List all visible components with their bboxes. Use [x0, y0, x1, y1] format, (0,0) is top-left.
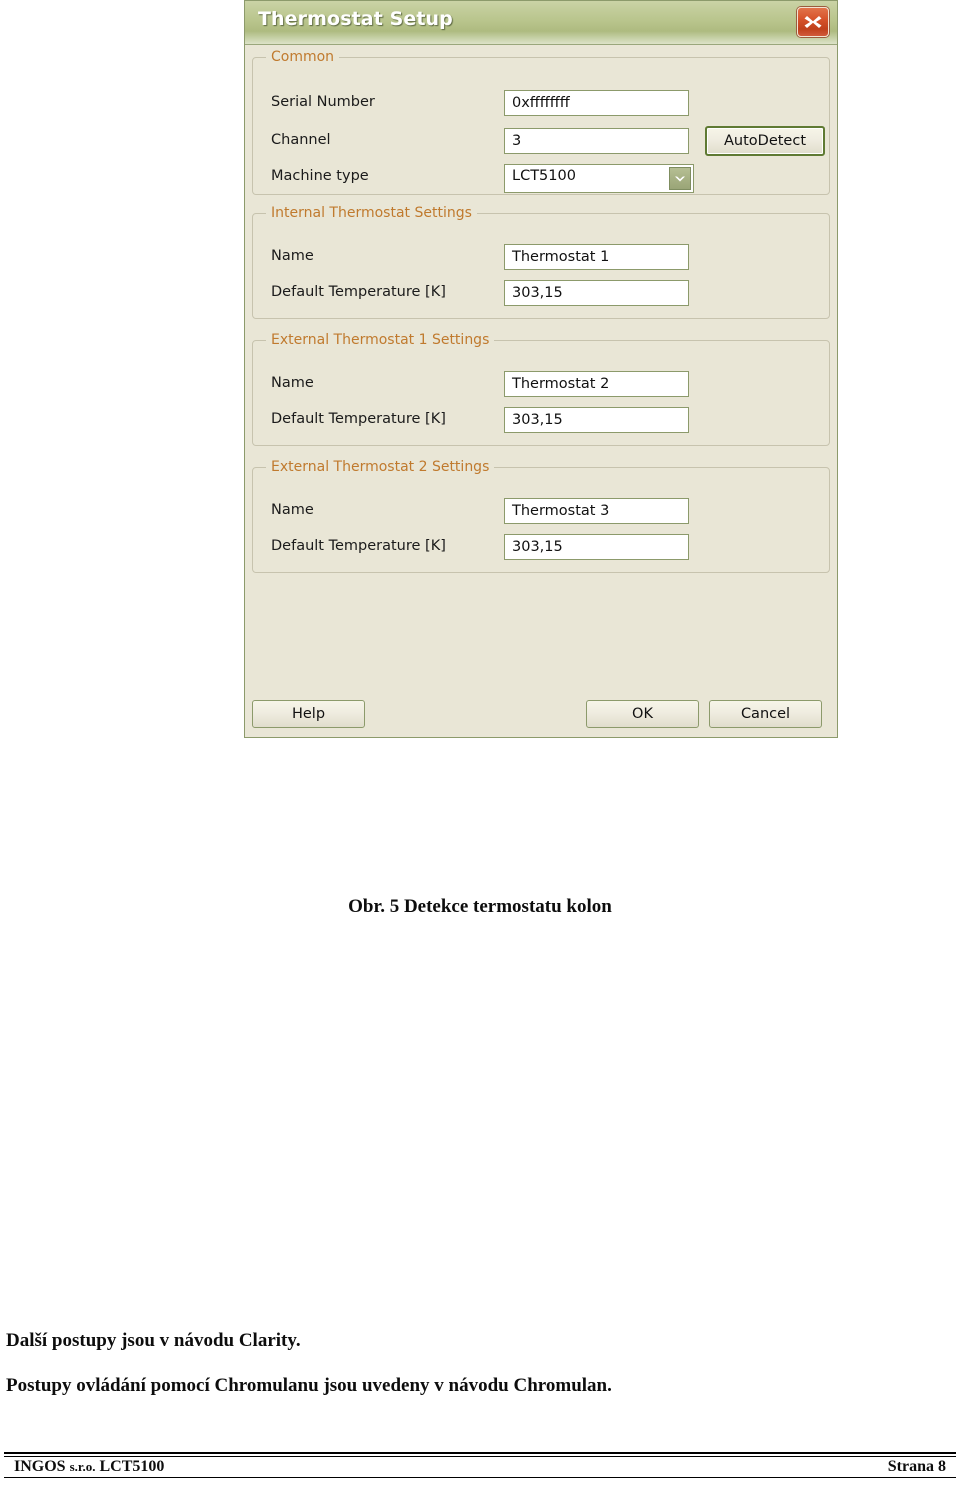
machine-type-select[interactable]: LCT5100: [504, 164, 694, 193]
internal-temperature-input[interactable]: 303,15: [504, 280, 689, 306]
group-common-legend: Common: [266, 49, 340, 65]
external2-name-input[interactable]: Thermostat 3: [504, 498, 689, 524]
group-internal-thermostat-legend: Internal Thermostat Settings: [266, 205, 477, 221]
group-internal-thermostat: Internal Thermostat Settings Name Thermo…: [252, 205, 830, 319]
group-external-thermostat-1-legend: External Thermostat 1 Settings: [266, 332, 495, 348]
field-row-serial-number: Serial Number 0xffffffff: [253, 90, 829, 120]
chevron-down-icon: [675, 176, 685, 182]
field-row-external2-temperature: Default Temperature [K] 303,15: [253, 534, 829, 564]
serial-number-input[interactable]: 0xffffffff: [504, 90, 689, 116]
external1-name-input[interactable]: Thermostat 2: [504, 371, 689, 397]
footer-left-text: INGOS s.r.o. LCT5100: [14, 1458, 164, 1476]
footer-product: LCT5100: [99, 1458, 165, 1475]
group-external-thermostat-2: External Thermostat 2 Settings Name Ther…: [252, 459, 830, 573]
channel-label: Channel: [271, 132, 331, 148]
serial-number-label: Serial Number: [271, 94, 375, 110]
field-row-external1-name: Name Thermostat 2: [253, 371, 829, 401]
machine-type-dropdown-button[interactable]: [669, 167, 691, 190]
machine-type-value: LCT5100: [512, 168, 576, 184]
field-row-internal-temperature: Default Temperature [K] 303,15: [253, 280, 829, 310]
dialog-title: Thermostat Setup: [258, 8, 453, 30]
screenshot-figure: Thermostat Setup Common Serial Number 0x…: [244, 0, 838, 738]
ok-button[interactable]: OK: [586, 700, 699, 728]
figure-caption: Obr. 5 Detekce termostatu kolon: [348, 896, 612, 917]
external2-temperature-label: Default Temperature [K]: [271, 538, 446, 554]
cancel-button[interactable]: Cancel: [709, 700, 822, 728]
internal-temperature-label: Default Temperature [K]: [271, 284, 446, 300]
external1-name-label: Name: [271, 375, 314, 391]
footer-company-suffix: s.r.o.: [69, 1459, 96, 1474]
close-icon: [804, 16, 822, 28]
external1-temperature-label: Default Temperature [K]: [271, 411, 446, 427]
group-external-thermostat-2-legend: External Thermostat 2 Settings: [266, 459, 495, 475]
dialog-client-area: Common Serial Number 0xffffffff Channel …: [245, 45, 837, 737]
field-row-internal-name: Name Thermostat 1: [253, 244, 829, 274]
body-paragraph-1: Další postupy jsou v návodu Clarity.: [6, 1330, 301, 1351]
group-external-thermostat-1: External Thermostat 1 Settings Name Ther…: [252, 332, 830, 446]
field-row-external1-temperature: Default Temperature [K] 303,15: [253, 407, 829, 437]
footer-page-number: Strana 8: [887, 1458, 946, 1475]
footer-company: INGOS: [14, 1458, 66, 1475]
field-row-external2-name: Name Thermostat 3: [253, 498, 829, 528]
external2-name-label: Name: [271, 502, 314, 518]
external1-temperature-input[interactable]: 303,15: [504, 407, 689, 433]
channel-input[interactable]: 3: [504, 128, 689, 154]
internal-name-input[interactable]: Thermostat 1: [504, 244, 689, 270]
internal-name-label: Name: [271, 248, 314, 264]
help-button[interactable]: Help: [252, 700, 365, 728]
body-paragraph-2: Postupy ovládání pomocí Chromulanu jsou …: [6, 1375, 612, 1396]
dialog-titlebar: Thermostat Setup: [245, 1, 837, 45]
page-footer: INGOS s.r.o. LCT5100 Strana 8: [4, 1452, 956, 1478]
group-common: Common Serial Number 0xffffffff Channel …: [252, 49, 830, 195]
close-button[interactable]: [797, 7, 829, 37]
thermostat-setup-dialog: Thermostat Setup Common Serial Number 0x…: [244, 0, 838, 738]
autodetect-button[interactable]: AutoDetect: [705, 126, 825, 156]
machine-type-label: Machine type: [271, 168, 369, 184]
field-row-machine-type: Machine type LCT5100: [253, 164, 829, 194]
external2-temperature-input[interactable]: 303,15: [504, 534, 689, 560]
field-row-channel: Channel 3 AutoDetect: [253, 126, 829, 158]
